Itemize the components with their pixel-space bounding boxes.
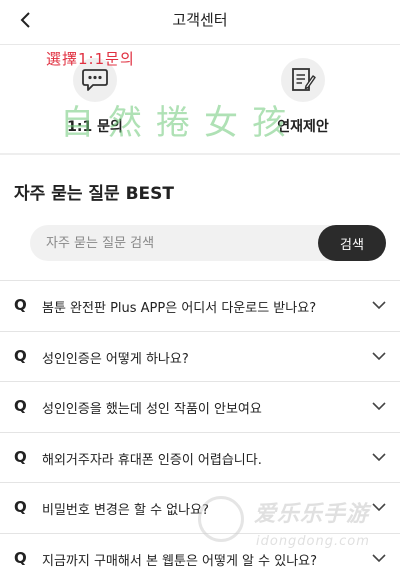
faq-question-text: 성인인증을 했는데 성인 작품이 안보여요 — [42, 402, 262, 417]
faq-question-text: 비밀번호 변경은 할 수 없나요? — [42, 503, 209, 518]
chevron-down-icon — [372, 402, 386, 411]
faq-item[interactable]: Q 성인인증은 어떻게 하나요? — [0, 332, 400, 382]
faq-q-marker: Q — [14, 346, 27, 365]
faq-search-input[interactable] — [30, 225, 310, 261]
search-button[interactable]: 검색 — [318, 225, 386, 261]
faq-q-marker: Q — [14, 447, 27, 466]
page-title: 고객센터 — [172, 11, 228, 29]
faq-search-bar: 검색 — [30, 225, 386, 261]
header-divider — [0, 44, 400, 45]
faq-question-text: 해외거주자라 휴대폰 인증이 어렵습니다. — [42, 452, 262, 468]
chevron-down-icon — [372, 452, 386, 461]
chevron-down-icon — [372, 301, 386, 310]
header: 고객센터 — [0, 0, 400, 40]
watermark-main-text: 爱乐乐手游 — [254, 502, 370, 527]
faq-item[interactable]: Q 성인인증을 했는데 성인 작품이 안보여요 — [0, 382, 400, 433]
chevron-down-icon — [372, 351, 386, 360]
faq-question-text: 성인인증은 어떻게 하나요? — [42, 351, 189, 367]
annotation-red-text: 選擇1:1문의 — [46, 50, 135, 68]
faq-q-marker: Q — [14, 498, 27, 516]
faq-q-marker: Q — [14, 296, 27, 314]
faq-item[interactable]: Q 봄툰 완전판 Plus APP은 어디서 다운로드 받나요? — [0, 281, 400, 332]
watermark-logo-icon — [198, 496, 244, 542]
site-watermark: 爱乐乐手游 idongdong.com — [196, 490, 400, 577]
annotation-green-text: 自然捲女孩 — [60, 103, 300, 143]
section-divider — [0, 153, 400, 155]
faq-section-title: 자주 묻는 질문 BEST — [14, 184, 175, 204]
faq-question-text: 봄툰 완전판 Plus APP은 어디서 다운로드 받나요? — [42, 301, 317, 316]
faq-item[interactable]: Q 해외거주자라 휴대폰 인증이 어렵습니다. — [0, 433, 400, 483]
faq-q-marker: Q — [14, 397, 27, 415]
faq-q-marker: Q — [14, 548, 27, 567]
watermark-sub-text: idongdong.com — [256, 534, 370, 549]
